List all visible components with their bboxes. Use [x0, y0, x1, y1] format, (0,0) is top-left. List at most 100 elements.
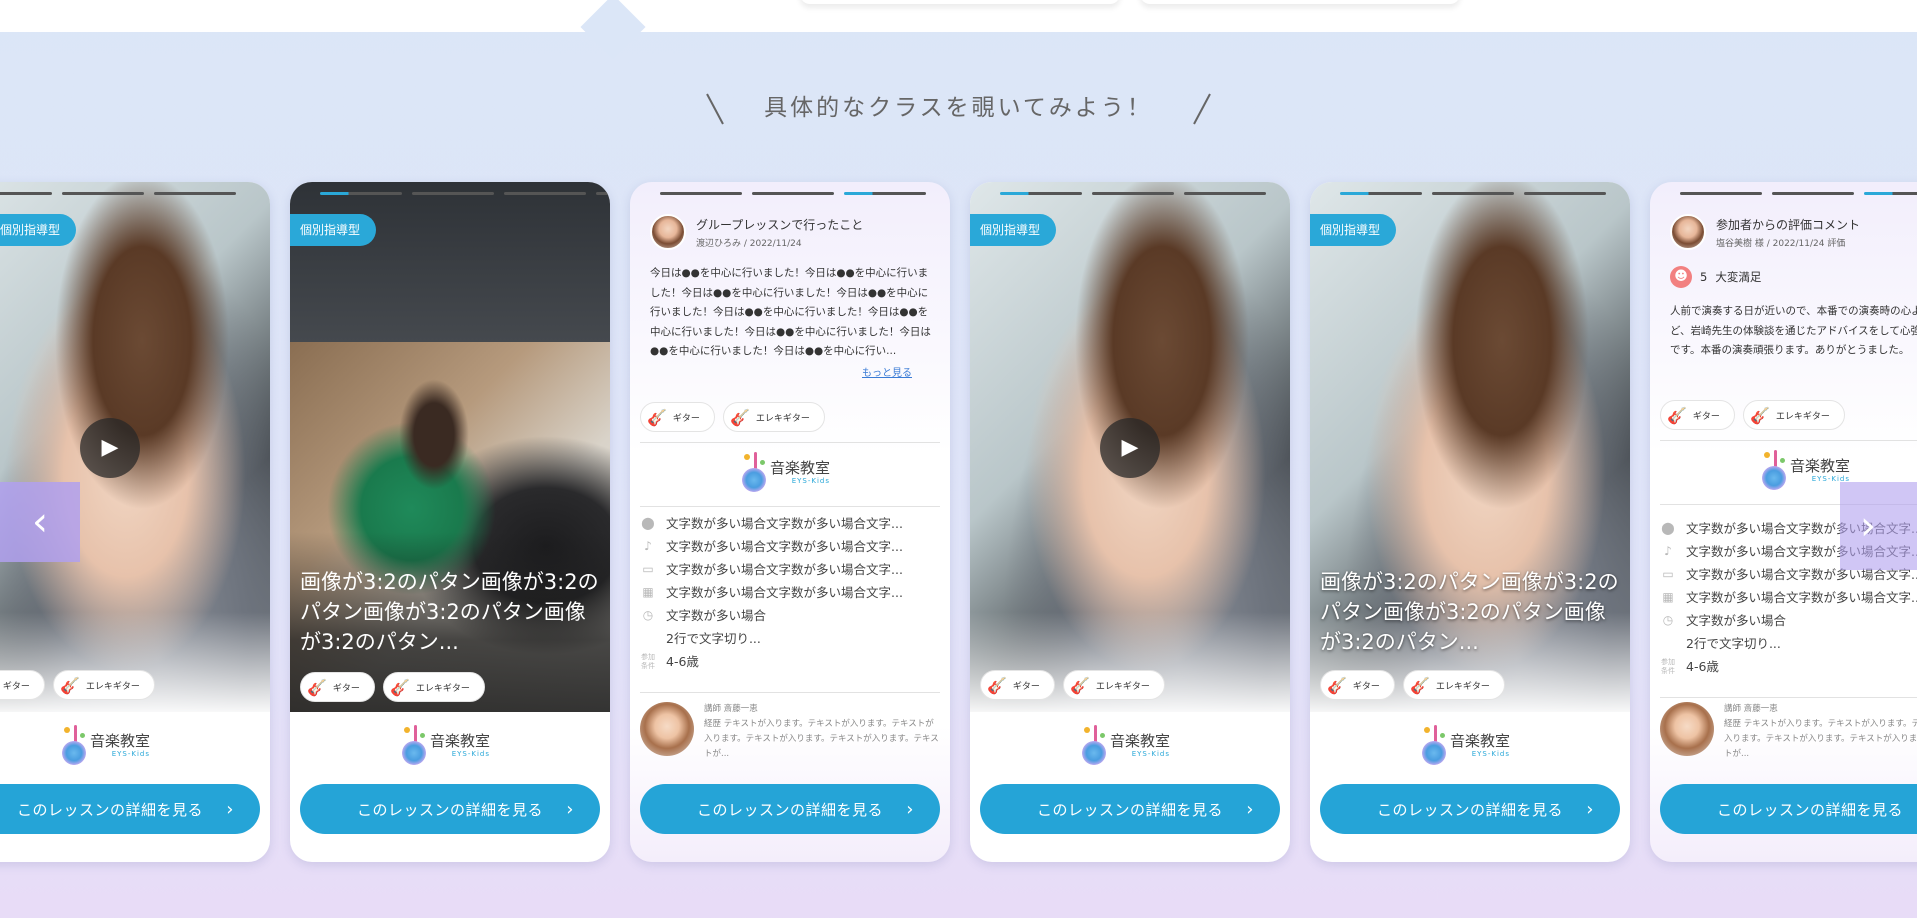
progress-segment	[1432, 192, 1514, 195]
music-school-logo: 音楽教室 EYS-Kids	[1420, 725, 1510, 765]
progress-segment	[412, 192, 494, 195]
photo-top-area	[290, 182, 610, 342]
top-tab-2[interactable]	[1140, 0, 1460, 4]
avatar	[1670, 214, 1706, 250]
progress-segment	[596, 192, 610, 195]
info-place: ⬤ 文字数が多い場合文字数が多い場合文字...	[640, 512, 940, 535]
music-note-icon	[740, 452, 766, 492]
tag-guitar: 🎸ギター	[1660, 400, 1735, 430]
lesson-card-5: 個別指導型 画像が3:2のパタン画像が3:2のパタン画像が3:2のパタン画像が3…	[1310, 182, 1630, 862]
tag-label: ギター	[672, 413, 700, 424]
location-pin-icon: ⬤	[641, 516, 655, 530]
photo-caption: 画像が3:2のパタン画像が3:2のパタン画像が3:2のパタン画像が3:2のパタン…	[300, 570, 599, 654]
instrument-tags: 🎸ギター 🎸 エレキギター	[1660, 400, 1845, 430]
section-heading: 具体的なクラスを覗いてみよう！	[0, 88, 1917, 126]
tag-electric-guitar: 🎸 エレキギター	[1402, 670, 1505, 700]
top-tab-strip	[0, 0, 1917, 32]
review-rating: ☻ 5 大変満足	[1670, 266, 1761, 288]
teacher-career: 経歴 テキストが入ります。テキストが入ります。テキストが入ります。テキストが入り…	[1724, 719, 1917, 759]
music-school-logo: 音楽教室 EYS-Kids	[60, 725, 150, 765]
tag-label: エレキギター	[755, 413, 810, 424]
button-label: このレッスンの詳細を見る	[356, 800, 543, 819]
carousel-prev-button[interactable]: ‹	[0, 482, 80, 562]
top-tab-1[interactable]	[800, 0, 1120, 4]
progress-segment	[504, 192, 586, 195]
electric-guitar-icon: 🎸	[729, 407, 750, 427]
tag-label: ギター	[1352, 681, 1380, 692]
lesson-detail-button[interactable]: このレッスンの詳細を見る›	[640, 784, 940, 834]
info-date: ▦ 文字数が多い場合文字数が多い場合文字...	[1660, 586, 1917, 609]
progress-segment	[752, 192, 834, 195]
tag-label: エレキギター	[1435, 681, 1490, 692]
instrument-tags: 🎸ギター 🎸エレキギター	[980, 670, 1165, 700]
music-school-logo: 音楽教室 EYS-Kids	[740, 452, 830, 492]
music-school-logo: 音楽教室 EYS-Kids	[400, 725, 490, 765]
heading-slash-right	[1193, 93, 1211, 124]
logo-name: 音楽教室	[90, 731, 151, 750]
rating-score: 5	[1700, 270, 1708, 284]
instrument-tags: 🎸ギター 🎸エレキギター	[640, 402, 825, 432]
logo-sub: EYS-Kids	[1131, 749, 1171, 758]
lesson-detail-button[interactable]: このレッスンの詳細を見る›	[0, 784, 260, 834]
progress-segment	[1524, 192, 1606, 195]
instrument-tags: 🎸ギター 🎸エレキギター	[0, 670, 155, 700]
progress-segment	[1092, 192, 1174, 195]
play-icon[interactable]: ▶	[1100, 418, 1160, 478]
calendar-icon: ▦	[642, 585, 654, 599]
progress-segment	[1680, 192, 1762, 195]
info-text: 文字数が多い場合	[666, 608, 767, 623]
progress-segment	[660, 192, 742, 195]
electric-guitar-icon: 🎸	[1409, 675, 1430, 695]
logo-name: 音楽教室	[430, 731, 491, 750]
tag-label: ギター	[1012, 681, 1040, 692]
lesson-detail-button[interactable]: このレッスンの詳細を見る›	[980, 784, 1280, 834]
music-note-icon	[1760, 450, 1786, 490]
lesson-type-badge: 個別指導型	[970, 214, 1057, 246]
progress-segment	[62, 192, 144, 195]
button-label: このレッスンの詳細を見る	[1376, 800, 1563, 819]
story-progress	[320, 192, 610, 195]
electric-guitar-icon: 🎸	[1749, 405, 1770, 425]
guitar-icon: 🎸	[307, 677, 327, 697]
lesson-detail-button[interactable]: このレッスンの詳細を見る ›	[1320, 784, 1620, 834]
info-music: ♪ 文字数が多い場合文字数が多い場合文字...	[640, 535, 940, 558]
divider	[1660, 440, 1917, 441]
lesson-detail-button[interactable]: このレッスンの詳細を見る›	[300, 784, 600, 834]
lesson-card-2: 個別指導型 画像が3:2のパタン画像が3:2のパタン画像が3:2のパタン画像が3…	[290, 182, 610, 862]
chevron-right-icon: ›	[1586, 798, 1594, 820]
lesson-detail-button[interactable]: このレッスンの詳細を見る›	[1660, 784, 1917, 834]
info-text: 文字数が多い場合文字数が多い場合文字...	[666, 539, 903, 554]
tag-label: ギター	[332, 683, 360, 694]
read-more-link[interactable]: もっと見る	[862, 364, 912, 379]
location-pin-icon: ⬤	[1661, 521, 1675, 535]
info-text: 4-6歳	[1686, 659, 1719, 674]
tag-guitar: 🎸ギター	[980, 670, 1055, 700]
button-label: このレッスンの詳細を見る	[16, 800, 203, 819]
button-label: このレッスンの詳細を見る	[696, 800, 883, 819]
condition-label: 参加条件	[641, 653, 655, 670]
teacher-name: 講師 斎藤一恵	[1724, 704, 1778, 714]
info-condition: 参加条件 4-6歳	[640, 650, 940, 673]
tag-electric-guitar: 🎸 エレキギター	[52, 670, 155, 700]
lesson-type-badge: 個別指導型	[1310, 214, 1397, 246]
tag-label: エレキギター	[1775, 411, 1830, 422]
teacher-profile: 講師 斎藤一恵経歴 テキストが入ります。テキストが入ります。テキストが入ります。…	[640, 702, 940, 762]
music-note-icon: ♪	[1664, 544, 1672, 558]
info-time: ◷ 文字数が多い場合 2行で文字切り...	[1660, 609, 1917, 655]
play-icon[interactable]: ▶	[80, 418, 140, 478]
progress-segment-active	[320, 192, 402, 195]
info-date: ▦ 文字数が多い場合文字数が多い場合文字...	[640, 581, 940, 604]
tag-guitar: 🎸ギター	[0, 670, 45, 700]
music-note-icon	[1080, 725, 1106, 765]
tag-guitar: 🎸ギター	[1320, 670, 1395, 700]
story-progress	[1680, 192, 1917, 195]
carousel-next-button[interactable]: ›	[1840, 482, 1917, 570]
music-school-logo: 音楽教室 EYS-Kids	[1080, 725, 1170, 765]
report-title: グループレッスンで行ったこと	[696, 217, 864, 232]
logo-sub: EYS-Kids	[111, 749, 151, 758]
review-meta: 塩谷美樹 様 / 2022/11/24 評価	[1716, 238, 1846, 249]
music-note-icon: ♪	[644, 539, 652, 553]
arrow-right-icon: ›	[1860, 503, 1876, 549]
clock-icon: ◷	[642, 608, 654, 622]
arrow-left-icon: ‹	[32, 499, 48, 545]
